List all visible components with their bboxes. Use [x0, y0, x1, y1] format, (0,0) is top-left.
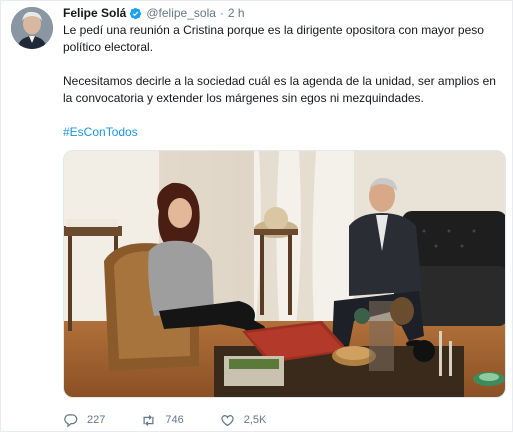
author-name[interactable]: Felipe Solá	[63, 6, 126, 20]
separator-dot: ·	[219, 6, 224, 20]
tweet-timestamp[interactable]: 2 h	[228, 6, 245, 20]
heart-icon	[221, 414, 234, 426]
reply-icon	[64, 413, 78, 427]
tweet-card[interactable]: Felipe Solá @felipe_sola · 2 h Le pedí u…	[0, 0, 513, 432]
tweet-actions: 227 746 2,5K	[63, 411, 302, 429]
retweet-icon	[143, 414, 154, 426]
retweet-button[interactable]: 746	[141, 413, 184, 428]
like-button[interactable]: 2,5K	[220, 413, 267, 428]
author-handle[interactable]: @felipe_sola	[146, 6, 216, 20]
reply-count: 227	[87, 414, 106, 426]
verified-badge-icon	[130, 7, 142, 19]
like-count: 2,5K	[243, 414, 267, 426]
retweet-count: 746	[165, 414, 184, 426]
reply-button[interactable]: 227	[63, 413, 105, 428]
tweet-photo[interactable]	[63, 150, 506, 398]
tweet-text: Le pedí una reunión a Cristina porque es…	[63, 22, 508, 141]
hashtag-link[interactable]: #EsConTodos	[63, 124, 138, 141]
tweet-header: Felipe Solá @felipe_sola · 2 h	[63, 5, 245, 21]
tweet-paragraph-1: Le pedí una reunión a Cristina porque es…	[63, 23, 484, 54]
tweet-photo-image	[64, 151, 505, 397]
tweet-paragraph-2: Necesitamos decirle a la sociedad cuál e…	[63, 74, 496, 105]
avatar[interactable]	[11, 7, 53, 49]
